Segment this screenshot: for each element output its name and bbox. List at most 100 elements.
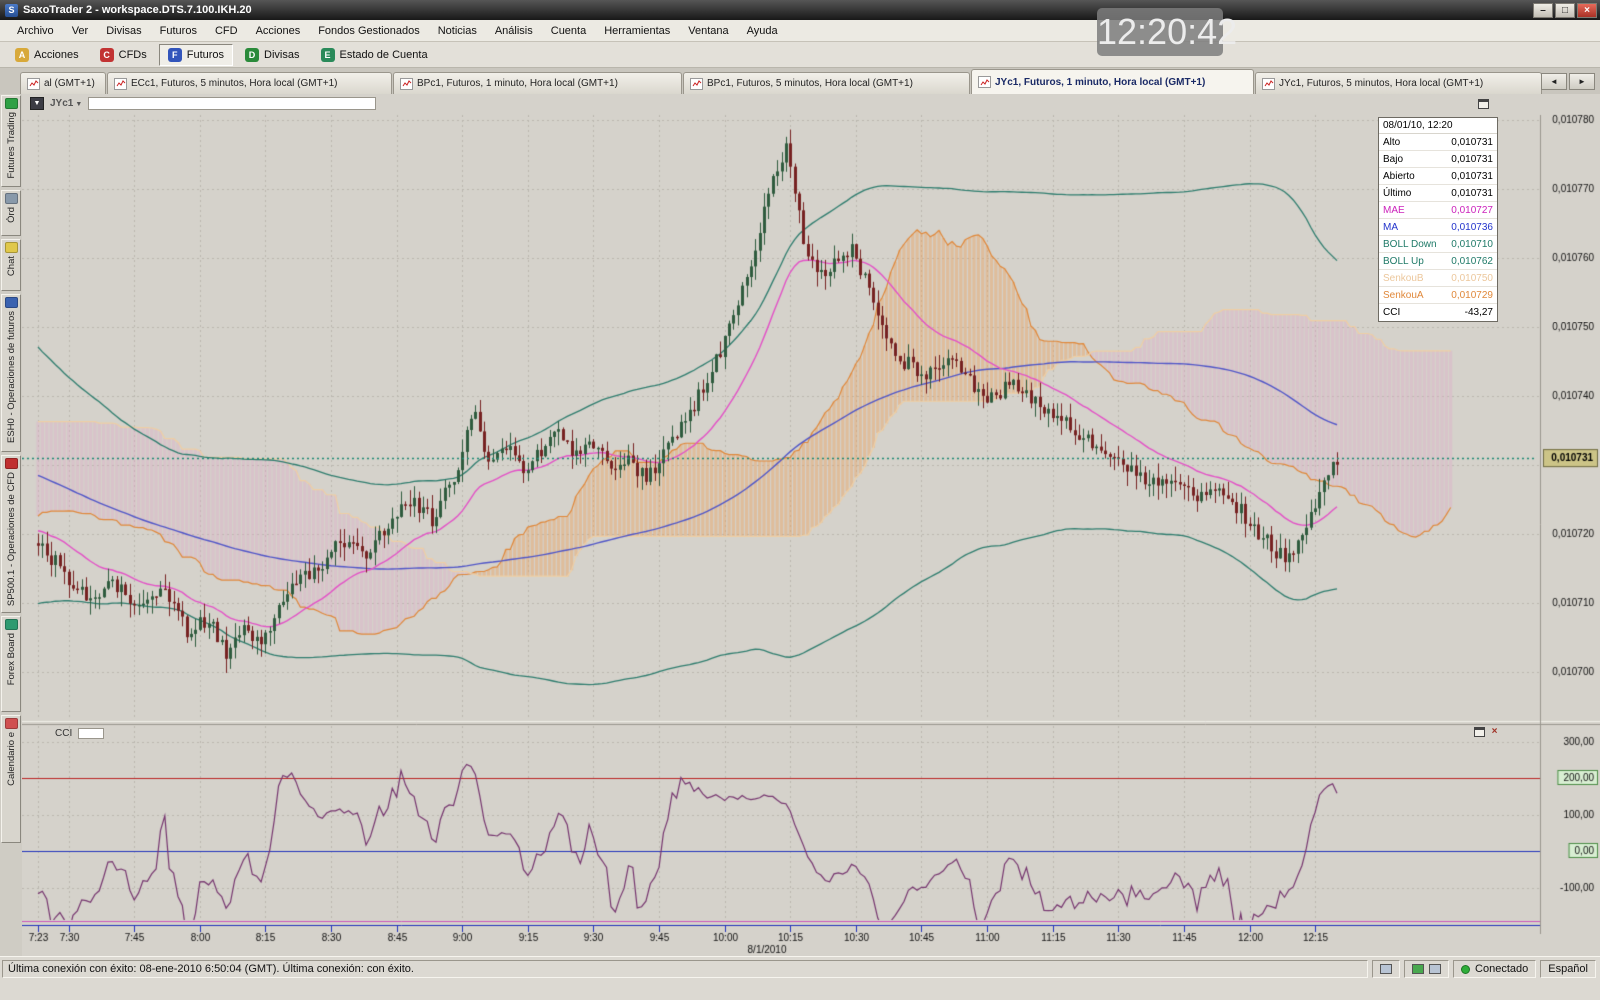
cci-close-icon[interactable]: × [1489, 726, 1500, 737]
menu-cuenta[interactable]: Cuenta [542, 22, 595, 40]
maximize-panel-icon[interactable] [1478, 99, 1489, 109]
cci-label: CCI [55, 728, 72, 739]
info-row-senkoub: SenkouB0,010750 [1379, 270, 1497, 287]
info-row-value: 0,010736 [1451, 219, 1493, 235]
info-row-label: Alto [1383, 134, 1451, 150]
toolbar-cfds-button[interactable]: CCFDs [91, 44, 156, 66]
info-row-label: MA [1383, 219, 1451, 235]
chart-panel: ▼ JYc1▼ 08/01/10, 12:20 Alto0,010731Bajo… [22, 94, 1600, 956]
info-row-value: 0,010727 [1451, 202, 1493, 218]
calendar-icon [5, 718, 18, 729]
network-icon [1412, 964, 1424, 974]
chart-tab-bpc1-futuros-5-minutos-hora-local-gmt-1[interactable]: BPc1, Futuros, 5 minutos, Hora local (GM… [683, 72, 970, 94]
chart-tab-label: JYc1, Futuros, 1 minuto, Hora local (GMT… [995, 77, 1205, 88]
connection-status[interactable]: Conectado [1453, 960, 1536, 978]
chart-line-icon [690, 78, 703, 90]
toolbar-futuros-button[interactable]: FFuturos [159, 44, 233, 66]
info-row-value: 0,010731 [1451, 134, 1493, 150]
close-button[interactable]: × [1577, 3, 1597, 18]
sidebar-item-label: Futures Trading [6, 112, 17, 179]
menu-herramientas[interactable]: Herramientas [595, 22, 679, 40]
menu-fondos-gestionados[interactable]: Fondos Gestionados [309, 22, 429, 40]
cci-maximize-icon[interactable] [1474, 727, 1485, 737]
chart-tab-jyc1-futuros-1-minuto-hora-local-gmt-1[interactable]: JYc1, Futuros, 1 minuto, Hora local (GMT… [971, 69, 1254, 94]
info-row-label: BOLL Up [1383, 253, 1451, 269]
statusbar: Última conexión con éxito: 08-ene-2010 6… [0, 956, 1600, 1000]
info-row-senkoua: SenkouA0,010729 [1379, 287, 1497, 304]
chart-line-icon [400, 78, 413, 90]
symbol-search-input[interactable] [88, 97, 376, 110]
info-row-label: SenkouA [1383, 287, 1451, 303]
network-panel [1404, 960, 1449, 978]
info-row-bajo: Bajo0,010731 [1379, 151, 1497, 168]
sidebar-item-esh0-operaciones-de-futuros[interactable]: ESH0 - Operaciones de futuros [1, 294, 21, 452]
sidebar-item-ord[interactable]: Órd [1, 190, 21, 236]
menu-acciones[interactable]: Acciones [247, 22, 310, 40]
saxotrader-window: S SaxoTrader 2 - workspace.DTS.7.100.IKH… [0, 0, 1600, 1000]
tab-scroll-buttons: ◄ ► [1541, 73, 1595, 90]
info-row-value: 0,010750 [1451, 270, 1493, 286]
chevron-down-icon: ▼ [75, 101, 82, 108]
sidebar-item-futures-trading[interactable]: Futures Trading [1, 95, 21, 187]
info-row-boll-up: BOLL Up0,010762 [1379, 253, 1497, 270]
chart-line-icon [978, 76, 991, 88]
menu-cfd[interactable]: CFD [206, 22, 247, 40]
chart-line-icon [27, 78, 40, 90]
menu-ver[interactable]: Ver [63, 22, 98, 40]
app-icon: S [5, 4, 18, 17]
minimize-button[interactable]: – [1533, 3, 1553, 18]
sidebar-item-forex-board[interactable]: Forex Board [1, 616, 21, 712]
sidebar-item-calendario-e[interactable]: Calendario e [1, 715, 21, 843]
lock-icon [1429, 964, 1441, 974]
info-row-label: Abierto [1383, 168, 1451, 184]
menu-noticias[interactable]: Noticias [429, 22, 486, 40]
tab-scroll-right-icon[interactable]: ► [1569, 73, 1595, 90]
sidebar-item-chat[interactable]: Chat [1, 239, 21, 291]
sidebar-item-sp500-1-operaciones-de-cfd[interactable]: SP500.1 - Operaciones de CFD [1, 455, 21, 613]
chart-tab-jyc1-futuros-5-minutos-hora-local-gmt-1[interactable]: JYc1, Futuros, 5 minutos, Hora local (GM… [1255, 72, 1542, 94]
restore-button[interactable]: □ [1555, 3, 1575, 18]
toolbar-button-label: CFDs [119, 49, 147, 61]
info-row-boll-down: BOLL Down0,010710 [1379, 236, 1497, 253]
menu-ventana[interactable]: Ventana [679, 22, 737, 40]
symbol-label[interactable]: JYc1▼ [50, 98, 82, 109]
menu-analisis[interactable]: Análisis [486, 22, 542, 40]
toolbar-button-label: Estado de Cuenta [340, 49, 428, 61]
menu-archivo[interactable]: Archivo [8, 22, 63, 40]
screen-clock: 12:20:42 [1097, 8, 1223, 56]
info-row-cci: CCI-43,27 [1379, 304, 1497, 321]
titlebar[interactable]: S SaxoTrader 2 - workspace.DTS.7.100.IKH… [0, 0, 1600, 20]
menubar: ArchivoVerDivisasFuturosCFDAccionesFondo… [0, 20, 1600, 42]
session-icon [1380, 964, 1392, 974]
info-row-mae: MAE0,010727 [1379, 202, 1497, 219]
toolbar-divisas-button[interactable]: DDivisas [236, 44, 308, 66]
menu-ayuda[interactable]: Ayuda [738, 22, 787, 40]
forex-board-icon [5, 619, 18, 630]
toolbar-button-label: Acciones [34, 49, 79, 61]
chart-canvas[interactable] [22, 94, 1600, 956]
toolbar-acciones-button[interactable]: AAcciones [6, 44, 88, 66]
futuros-icon: F [168, 48, 182, 62]
info-row-label: BOLL Down [1383, 236, 1451, 252]
cci-value-box[interactable] [78, 728, 104, 739]
info-row-label: MAE [1383, 202, 1451, 218]
info-row-ultimo: Último0,010731 [1379, 185, 1497, 202]
sidebar-item-label: Órd [6, 207, 17, 223]
language-indicator[interactable]: Español [1540, 960, 1596, 978]
chart-tab-label: BPc1, Futuros, 5 minutos, Hora local (GM… [707, 78, 913, 89]
toolbar-estado-de-cuenta-button[interactable]: EEstado de Cuenta [312, 44, 437, 66]
chart-dropdown-button[interactable]: ▼ [30, 97, 44, 110]
chart-tab-ecc1-futuros-5-minutos-hora-local-gmt-1[interactable]: ECc1, Futuros, 5 minutos, Hora local (GM… [107, 72, 392, 94]
chart-tab-al-gmt-1[interactable]: al (GMT+1) [20, 72, 106, 94]
chart-tab-label: ECc1, Futuros, 5 minutos, Hora local (GM… [131, 78, 337, 89]
chart-tab-label: JYc1, Futuros, 5 minutos, Hora local (GM… [1279, 78, 1483, 89]
tab-scroll-left-icon[interactable]: ◄ [1541, 73, 1567, 90]
chart-header: ▼ JYc1▼ [30, 97, 376, 110]
status-message: Última conexión con éxito: 08-ene-2010 6… [2, 960, 1368, 978]
info-row-label: Último [1383, 185, 1451, 201]
sidebar-item-label: Calendario e [6, 732, 17, 786]
info-row-value: 0,010731 [1451, 168, 1493, 184]
menu-futuros[interactable]: Futuros [151, 22, 206, 40]
menu-divisas[interactable]: Divisas [97, 22, 150, 40]
chart-tab-bpc1-futuros-1-minuto-hora-local-gmt-1[interactable]: BPc1, Futuros, 1 minuto, Hora local (GMT… [393, 72, 682, 94]
